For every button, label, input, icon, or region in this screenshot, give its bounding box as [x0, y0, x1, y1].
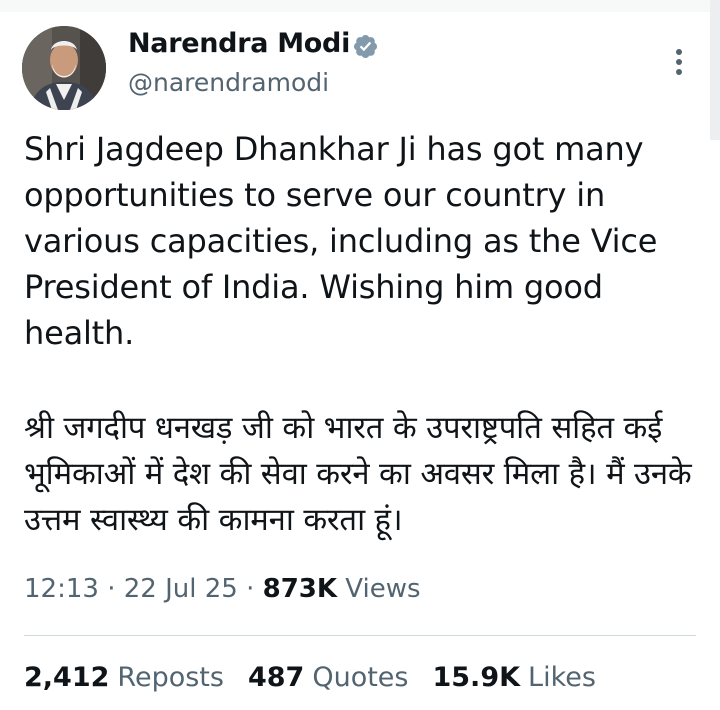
avatar[interactable] — [22, 26, 106, 110]
separator-dot: · — [237, 574, 263, 604]
avatar-image — [22, 26, 106, 110]
tweet-metadata: 12:13 · 22 Jul 25 · 873K Views — [24, 574, 421, 604]
quotes-label: Quotes — [312, 662, 409, 693]
timestamp-date[interactable]: 22 Jul 25 — [124, 574, 238, 604]
reposts-label: Reposts — [117, 662, 224, 693]
engagement-stats: 2,412 Reposts 487 Quotes 15.9K Likes — [24, 662, 596, 693]
tweet-text-hindi: श्री जगदीप धनखड़ जी को भारत के उपराष्ट्र… — [24, 410, 692, 538]
scrollbar[interactable] — [710, 0, 720, 140]
separator-dot: · — [98, 574, 124, 604]
reposts-count: 2,412 — [24, 662, 110, 693]
quotes-count: 487 — [247, 662, 305, 693]
views-count[interactable]: 873K — [263, 574, 337, 604]
timestamp-time[interactable]: 12:13 — [24, 574, 99, 604]
top-edge — [0, 0, 720, 12]
likes-count: 15.9K — [432, 662, 521, 693]
views-label: Views — [337, 574, 421, 604]
handle[interactable]: @narendramodi — [128, 68, 329, 97]
quotes-stat[interactable]: 487 Quotes — [248, 662, 409, 693]
likes-label: Likes — [528, 662, 596, 693]
display-name[interactable]: Narendra Modi — [128, 28, 350, 59]
reposts-stat[interactable]: 2,412 Reposts — [24, 662, 224, 693]
divider — [24, 635, 696, 636]
more-button[interactable] — [664, 42, 694, 82]
likes-stat[interactable]: 15.9K Likes — [432, 662, 595, 693]
more-vertical-icon — [676, 49, 682, 75]
verified-badge-icon — [353, 34, 378, 59]
tweet-text-english: Shri Jagdeep Dhankhar Ji has got many op… — [24, 130, 658, 352]
